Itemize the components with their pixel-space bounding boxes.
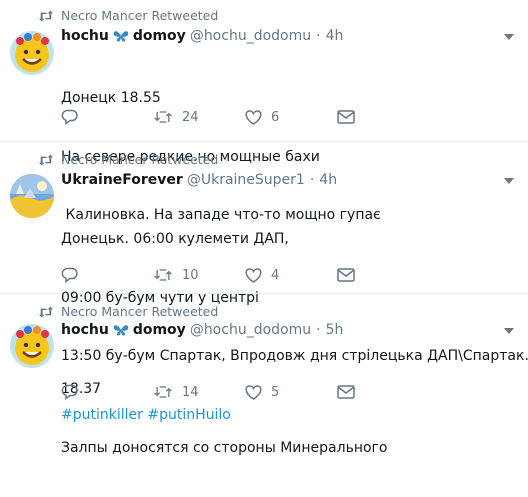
tweet-text: 18.37 Залпы доносятся со стороны Минерал… xyxy=(61,341,387,497)
retweet-icon xyxy=(154,269,172,281)
display-name-suffix[interactable]: domoy xyxy=(133,322,186,338)
tweet[interactable]: Necro Mancer Retweeted UkraineForever @U… xyxy=(0,142,528,423)
butterfly-icon xyxy=(113,31,129,42)
tweet-header: hochu domoy @hochu_dodomu · 5h xyxy=(61,322,343,338)
reply-button[interactable] xyxy=(61,384,153,400)
reply-button[interactable] xyxy=(61,109,153,125)
display-name[interactable]: hochu xyxy=(61,28,109,44)
retweet-button[interactable]: 24 xyxy=(153,110,245,125)
timestamp[interactable]: 5h xyxy=(326,322,344,338)
retweet-icon xyxy=(39,154,53,165)
reply-button[interactable] xyxy=(61,267,153,283)
direct-message-button[interactable] xyxy=(337,385,364,399)
retweet-context: Necro Mancer Retweeted xyxy=(38,152,218,167)
separator: · xyxy=(316,28,321,44)
heart-icon xyxy=(245,267,262,283)
like-count: 5 xyxy=(271,384,280,400)
display-name[interactable]: hochu xyxy=(61,322,109,338)
avatar[interactable] xyxy=(10,31,54,75)
retweet-count: 24 xyxy=(182,109,199,125)
like-button[interactable]: 5 xyxy=(245,385,337,400)
reply-icon xyxy=(61,109,78,125)
tweet-actions: 10 4 xyxy=(61,267,364,283)
display-name-suffix[interactable]: domoy xyxy=(133,28,186,44)
retweet-icon xyxy=(39,10,53,21)
like-button[interactable]: 6 xyxy=(245,110,337,125)
like-count: 4 xyxy=(271,267,280,283)
retweet-icon xyxy=(39,306,53,317)
retweet-icon xyxy=(154,111,172,123)
heart-icon xyxy=(245,384,262,400)
tweet[interactable]: Necro Mancer Retweeted hochu domoy @hoch… xyxy=(0,0,528,223)
tweet-line: Залпы доносятся со стороны Минерального xyxy=(61,439,388,456)
retweet-button[interactable]: 10 xyxy=(153,268,245,283)
chevron-down-icon[interactable] xyxy=(504,34,514,40)
tweet-header: hochu domoy @hochu_dodomu · 4h xyxy=(61,28,343,44)
retweet-icon xyxy=(154,386,172,398)
retweet-context: Necro Mancer Retweeted xyxy=(38,304,218,319)
like-button[interactable]: 4 xyxy=(245,268,337,283)
separator: · xyxy=(309,172,315,188)
display-name[interactable]: UkraineForever xyxy=(61,172,183,188)
chevron-down-icon[interactable] xyxy=(504,328,514,334)
retweeted-by-text: Necro Mancer Retweeted xyxy=(61,304,219,319)
separator: · xyxy=(316,322,321,338)
direct-message-button[interactable] xyxy=(337,268,364,282)
retweet-button[interactable]: 14 xyxy=(153,385,245,400)
envelope-icon xyxy=(337,385,355,399)
envelope-icon xyxy=(337,110,355,124)
retweeted-by-text: Necro Mancer Retweeted xyxy=(61,8,219,23)
avatar[interactable] xyxy=(10,324,54,368)
heart-icon xyxy=(245,109,262,125)
retweet-context: Necro Mancer Retweeted xyxy=(38,8,218,23)
tweet-actions: 14 5 xyxy=(61,384,364,400)
user-handle[interactable]: @hochu_dodomu xyxy=(190,28,311,44)
timeline-feed: Necro Mancer Retweeted hochu domoy @hoch… xyxy=(0,0,528,456)
user-handle[interactable]: @UkraineSuper1 xyxy=(187,172,305,188)
retweet-count: 10 xyxy=(182,267,199,283)
butterfly-icon xyxy=(113,325,129,336)
avatar[interactable] xyxy=(10,174,54,218)
user-handle[interactable]: @hochu_dodomu xyxy=(190,322,311,338)
retweeted-by-text: Necro Mancer Retweeted xyxy=(61,152,219,167)
reply-icon xyxy=(61,267,78,283)
tweet-line: Донецьк. 06:00 кулемети ДАП, xyxy=(61,231,289,247)
chevron-down-icon[interactable] xyxy=(504,178,514,184)
retweet-count: 14 xyxy=(182,384,199,400)
timestamp[interactable]: 4h xyxy=(319,172,337,188)
tweet-header: UkraineForever @UkraineSuper1 · 4h xyxy=(61,172,337,188)
timestamp[interactable]: 4h xyxy=(326,28,344,44)
like-count: 6 xyxy=(271,109,280,125)
tweet-line: Донецк 18.55 xyxy=(61,90,161,106)
tweet[interactable]: Necro Mancer Retweeted hochu domoy @hoch… xyxy=(0,294,528,456)
envelope-icon xyxy=(337,268,355,282)
reply-icon xyxy=(61,384,78,400)
direct-message-button[interactable] xyxy=(337,110,364,124)
tweet-actions: 24 6 xyxy=(61,109,364,125)
